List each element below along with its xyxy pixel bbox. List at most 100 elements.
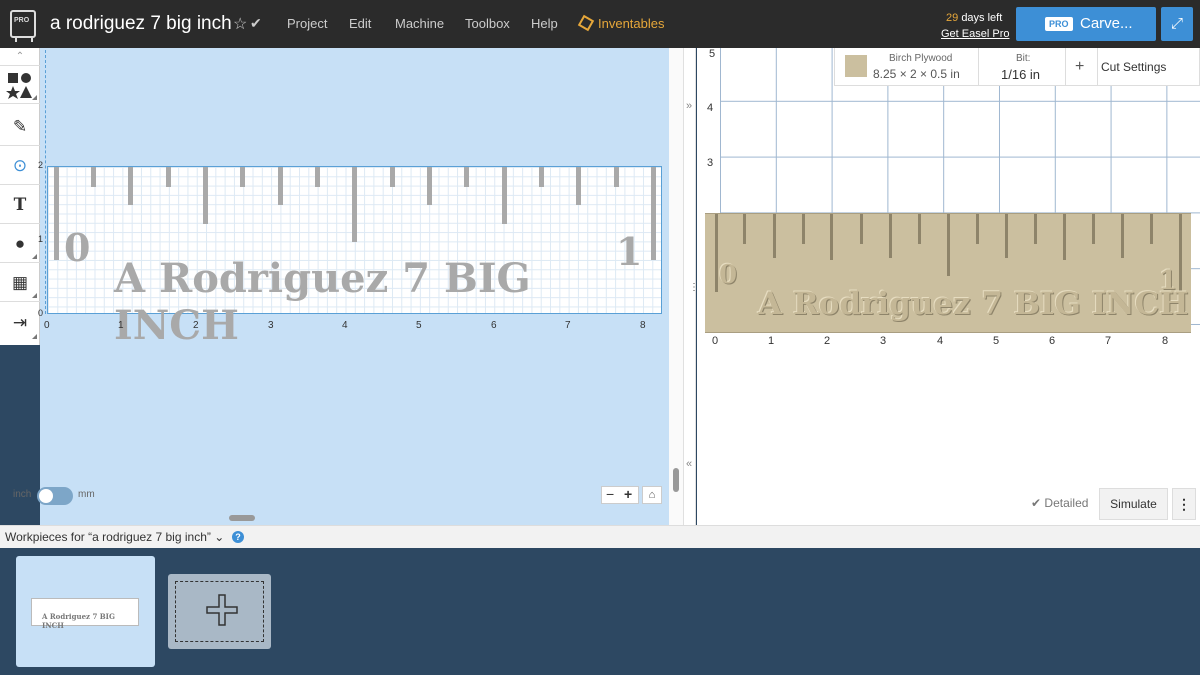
preview-x-label: 5 <box>993 335 1000 347</box>
origin-guide-line <box>45 50 46 314</box>
zoom-in-icon[interactable]: + <box>624 486 632 502</box>
more-options-icon[interactable]: ⋮ <box>1172 488 1196 520</box>
check-icon: ✔ <box>1031 496 1042 510</box>
ruler-tick <box>502 167 507 224</box>
design-horizontal-scroll-thumb[interactable] <box>229 515 255 521</box>
inventables-link[interactable]: Inventables <box>577 14 665 32</box>
workpieces-title-text: Workpieces for “a rodriguez 7 big inch” <box>5 530 211 544</box>
chevron-down-icon[interactable]: ⌄ <box>214 530 224 544</box>
carve-pro-badge: PRO <box>1045 17 1073 31</box>
bit-value[interactable]: 1/16 in <box>1001 67 1040 82</box>
menu-toolbox[interactable]: Toolbox <box>465 16 510 31</box>
import-icon[interactable]: ⇥ <box>0 304 40 342</box>
preview-x-label: 7 <box>1105 335 1112 347</box>
unit-mm-label: mm <box>78 489 95 500</box>
add-bit-button[interactable]: + <box>1075 58 1084 76</box>
ruler-tick <box>427 167 432 205</box>
preview-ruler-tick <box>1150 214 1153 244</box>
menu-project[interactable]: Project <box>287 16 327 31</box>
material-swatch[interactable] <box>845 55 867 77</box>
panel-divider[interactable]: » ⋮ « <box>683 48 699 525</box>
cut-settings-button[interactable]: Cut Settings <box>1101 60 1166 74</box>
preview-ruler-tick <box>1179 214 1182 292</box>
preview-x-label: 6 <box>1049 335 1056 347</box>
material-size[interactable]: 8.25 × 2 × 0.5 in <box>873 67 960 81</box>
preview-ruler-tick <box>1063 214 1066 260</box>
trial-days-count: 29 <box>946 12 959 24</box>
point-target-icon[interactable]: ⊙ <box>0 147 40 185</box>
ruler-tick <box>278 167 283 205</box>
simulate-button[interactable]: Simulate <box>1099 488 1168 520</box>
lego-brick-icon[interactable]: ▦ <box>0 264 40 302</box>
inventables-cube-icon <box>577 14 595 32</box>
add-workpiece-button[interactable] <box>168 574 271 649</box>
design-vertical-scrollbar[interactable] <box>669 48 683 525</box>
ruler-tick <box>91 167 96 187</box>
preview-ruler-tick <box>860 214 863 244</box>
zoom-out-icon[interactable]: − <box>606 486 614 502</box>
design-x-label: 6 <box>491 320 497 331</box>
carve-label: Carve... <box>1080 15 1133 32</box>
left-toolbar: ⌃ ✎ ⊙ T ● ▦ ⇥ <box>0 48 40 345</box>
ruler-tick <box>315 167 320 187</box>
zoom-controls: − + <box>601 486 639 504</box>
plus-icon <box>206 594 238 626</box>
collapse-right-icon[interactable]: » <box>686 100 692 112</box>
detailed-toggle[interactable]: ✔ Detailed <box>1031 496 1088 510</box>
carved-ruler-preview[interactable]: 0 1 A Rodriguez 7 BIG INCH <box>705 213 1191 333</box>
preview-ruler-tick <box>918 214 921 244</box>
design-y-label: 1 <box>38 234 44 244</box>
design-x-label: 2 <box>193 320 199 331</box>
pen-tool-icon[interactable]: ✎ <box>0 108 40 146</box>
collapse-left-icon[interactable]: « <box>686 458 692 470</box>
star-icon[interactable]: ☆ <box>233 14 247 34</box>
material-name[interactable]: Birch Plywood <box>889 53 952 64</box>
ruler-tick <box>352 167 357 242</box>
bit-label: Bit: <box>1016 53 1031 64</box>
apple-icon[interactable]: ● <box>0 225 40 263</box>
shapes-tool-icon[interactable] <box>0 66 40 104</box>
get-easel-pro-link[interactable]: Get Easel Pro <box>941 28 1009 40</box>
workpiece-thumbnail[interactable]: A Rodriguez 7 BIG INCH <box>16 556 155 667</box>
menu-machine[interactable]: Machine <box>395 16 444 31</box>
preview-ruler-tick <box>715 214 718 292</box>
trial-days-left: 29 days left <box>946 12 1002 24</box>
menu-edit[interactable]: Edit <box>349 16 371 31</box>
toggle-knob <box>39 489 53 503</box>
design-x-label: 5 <box>416 320 422 331</box>
preview-ruler-tick <box>1121 214 1124 258</box>
shapes-icon <box>6 73 32 99</box>
fullscreen-expand-icon[interactable]: ⤢ <box>1161 7 1193 41</box>
design-x-label: 7 <box>565 320 571 331</box>
preview-ruler-tick <box>947 214 950 276</box>
preview-ruler-tick <box>773 214 776 258</box>
menu-help[interactable]: Help <box>531 16 558 31</box>
material-bar: Birch Plywood 8.25 × 2 × 0.5 in Bit: 1/1… <box>834 48 1200 86</box>
ruler-tick <box>464 167 469 187</box>
project-title[interactable]: a rodriguez 7 big inch <box>50 13 232 35</box>
ruler-tick <box>539 167 544 187</box>
top-bar: PRO a rodriguez 7 big inch ☆ ✔ Project E… <box>0 0 1200 48</box>
unit-toggle-switch[interactable] <box>37 487 73 505</box>
preview-y-label: 3 <box>707 157 714 169</box>
workpieces-title[interactable]: Workpieces for “a rodriguez 7 big inch” … <box>5 530 224 544</box>
preview-x-label: 0 <box>712 335 719 347</box>
design-x-label: 4 <box>342 320 348 331</box>
design-x-label: 0 <box>44 320 50 331</box>
scroll-thumb[interactable] <box>673 468 679 492</box>
collapse-chevron-up-icon[interactable]: ⌃ <box>0 48 40 66</box>
help-icon[interactable]: ? <box>232 531 244 543</box>
design-y-label: 2 <box>38 160 44 170</box>
ruler-tick <box>54 167 59 260</box>
design-x-label: 8 <box>640 320 646 331</box>
carve-button[interactable]: PRO Carve... <box>1016 7 1156 41</box>
home-icon[interactable]: ⌂ <box>642 486 662 504</box>
text-tool-icon[interactable]: T <box>0 186 40 224</box>
easel-logo-icon[interactable]: PRO <box>10 10 36 42</box>
preview-ruler-tick <box>889 214 892 258</box>
ruler-tick <box>128 167 133 205</box>
workpiece-thumbnail-ruler: A Rodriguez 7 BIG INCH <box>31 598 139 630</box>
preview-ruler-tick <box>743 214 746 244</box>
preview-ruler-tick <box>802 214 805 244</box>
design-ruler-workpiece[interactable]: 0 1 A Rodriguez 7 BIG INCH <box>47 166 662 349</box>
